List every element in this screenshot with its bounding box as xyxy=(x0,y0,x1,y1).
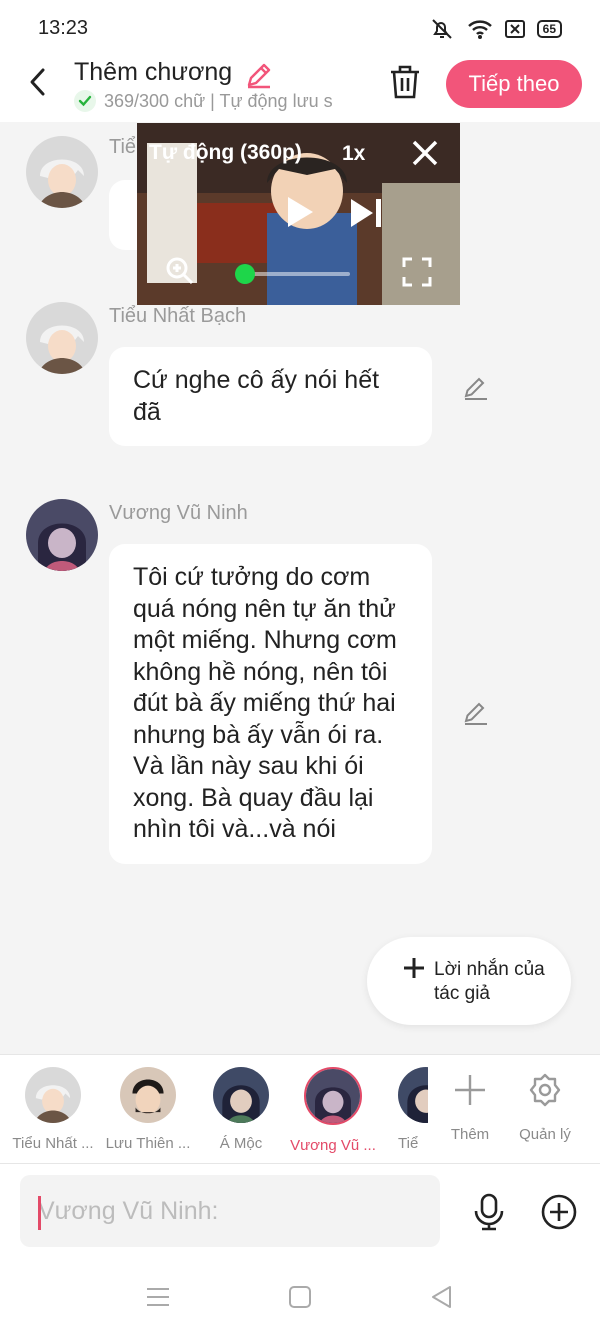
character-name: Tiể xyxy=(398,1135,419,1152)
manage-characters-button[interactable]: Quản lý xyxy=(505,1073,585,1143)
plus-icon xyxy=(455,1075,485,1105)
back-button[interactable] xyxy=(22,66,54,98)
pencil-icon[interactable] xyxy=(462,374,490,402)
video-progress-knob[interactable] xyxy=(235,264,255,284)
video-player[interactable]: Tự động (360p) 1x xyxy=(137,123,460,305)
skip-next-icon[interactable] xyxy=(349,197,383,229)
status-icons: 65 xyxy=(429,18,562,40)
back-triangle-icon[interactable] xyxy=(428,1283,456,1311)
word-count-row: 369/300 chữ | Tự động lưu s xyxy=(74,90,364,112)
message-bubble[interactable]: Cứ nghe cô ấy nói hết đã xyxy=(109,347,432,446)
next-button[interactable]: Tiếp theo xyxy=(446,60,582,108)
fullscreen-icon[interactable] xyxy=(402,257,432,287)
word-count-status: 369/300 chữ | Tự động lưu s xyxy=(104,90,333,111)
avatar[interactable] xyxy=(26,136,98,208)
video-quality[interactable]: Tự động (360p) xyxy=(149,141,302,165)
page-title: Thêm chương xyxy=(74,58,233,86)
status-time: 13:23 xyxy=(38,17,89,39)
message-bubble[interactable]: Tôi cứ tưởng do cơm quá nóng nên tự ăn t… xyxy=(109,544,432,864)
system-nav-bar xyxy=(0,1265,600,1333)
avatar[interactable] xyxy=(26,302,98,374)
video-progress-track[interactable] xyxy=(245,272,350,276)
mute-icon xyxy=(431,19,452,39)
microphone-icon[interactable] xyxy=(472,1193,506,1231)
avatar[interactable] xyxy=(26,499,98,571)
avatar xyxy=(213,1067,269,1123)
pencil-icon[interactable] xyxy=(462,699,490,727)
add-character-button[interactable]: Thêm xyxy=(430,1073,510,1143)
character-item[interactable]: Tiể xyxy=(370,1067,428,1152)
menu-icon[interactable] xyxy=(144,1283,172,1311)
zoom-in-icon[interactable] xyxy=(165,256,195,286)
sender-name: Tiểu Nhất Bạch xyxy=(109,305,247,327)
wifi-icon xyxy=(467,20,492,39)
message-input[interactable] xyxy=(20,1175,440,1247)
play-icon[interactable] xyxy=(285,195,315,229)
battery-indicator: 65 xyxy=(536,20,562,38)
trash-icon[interactable] xyxy=(388,64,422,100)
home-icon[interactable] xyxy=(286,1283,314,1311)
author-note-label: Lời nhắn của tác giả xyxy=(434,959,545,1004)
gear-icon xyxy=(529,1073,561,1107)
sender-name: Vương Vũ Ninh xyxy=(109,502,248,524)
sim-icon xyxy=(504,20,525,38)
add-character-label: Thêm xyxy=(450,1126,490,1143)
avatar xyxy=(25,1067,81,1123)
input-bar xyxy=(0,1165,600,1265)
header: Thêm chương 369/300 chữ | Tự động lưu s … xyxy=(0,56,600,122)
edit-title-icon[interactable] xyxy=(244,60,274,90)
avatar xyxy=(398,1067,428,1123)
manage-characters-label: Quản lý xyxy=(519,1126,571,1143)
status-bar: 13:23 65 xyxy=(0,0,600,56)
avatar xyxy=(120,1067,176,1123)
author-note-button[interactable]: Lời nhắn của tác giả xyxy=(367,937,571,1025)
add-circle-icon[interactable] xyxy=(540,1193,578,1231)
text-caret xyxy=(38,1196,41,1230)
character-selector[interactable]: Tiểu Nhất ... Lưu Thiên ... Á Mộc Vương … xyxy=(0,1054,600,1164)
avatar xyxy=(304,1067,362,1125)
check-icon xyxy=(74,90,96,112)
video-speed[interactable]: 1x xyxy=(342,142,365,166)
plus-icon xyxy=(404,958,424,978)
chevron-left-icon xyxy=(30,68,45,96)
close-icon[interactable] xyxy=(409,137,441,169)
